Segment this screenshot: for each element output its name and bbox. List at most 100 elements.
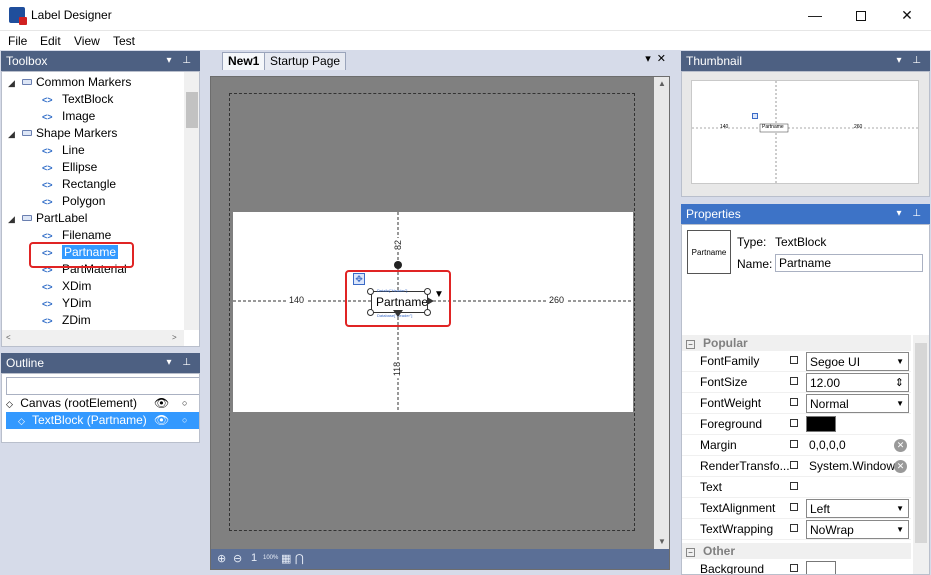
outline-row-canvas[interactable]: ◇ Canvas (rootElement) 👁 ○	[6, 395, 199, 412]
thumb-grip-icon	[752, 113, 758, 119]
property-reset-box[interactable]	[790, 503, 798, 511]
visibility-eye-icon[interactable]: 👁	[154, 412, 169, 429]
property-reset-box[interactable]	[790, 461, 798, 469]
outline-search-input[interactable]	[6, 377, 199, 395]
property-value-text: 12.00	[810, 376, 841, 390]
toolbox-item[interactable]: <> ZDim	[42, 312, 91, 329]
canvas-zoom-bar: ⊕ ⊖ 1 100% ▦ ⋂	[211, 549, 669, 569]
toolbox-item[interactable]: <> Polygon	[42, 193, 105, 210]
property-value[interactable]: Segoe UI ▼	[806, 352, 909, 371]
toolbox-scroll-thumb[interactable]	[186, 92, 198, 128]
scroll-left-icon[interactable]: <	[6, 333, 11, 342]
property-row: Foreground	[682, 414, 911, 435]
menu-test[interactable]: Test	[113, 34, 135, 48]
lock-dot-icon[interactable]: ○	[182, 412, 187, 429]
property-grid: − Popular FontFamily Segoe UI ▼ FontSize 12.0…	[682, 335, 911, 574]
tab-new1[interactable]: New1	[222, 52, 266, 70]
dropdown-arrow-icon[interactable]: ▼	[896, 500, 904, 517]
category-popular[interactable]: − Popular	[682, 335, 911, 351]
property-value[interactable]: 12.00 ⇕	[806, 373, 909, 392]
zoom-out-icon[interactable]: ⊖	[233, 552, 242, 565]
property-reset-box[interactable]	[790, 356, 798, 364]
expand-arrow-icon[interactable]: ◢	[8, 75, 18, 92]
outline-row-textblock[interactable]: ◇ TextBlock (Partname) 👁 ○	[6, 412, 199, 429]
toolbox-category[interactable]: ◢ Shape Markers	[8, 125, 117, 142]
magnet-icon[interactable]: ⋂	[295, 552, 304, 565]
property-value[interactable]: Left ▼	[806, 499, 909, 518]
maximize-button[interactable]	[838, 0, 884, 30]
toolbox-item[interactable]: <> YDim	[42, 295, 91, 312]
property-value[interactable]: Normal ▼	[806, 394, 909, 413]
toolbox-category-label: Shape Markers	[36, 126, 118, 140]
zoom-in-icon[interactable]: ⊕	[217, 552, 226, 565]
color-swatch[interactable]	[806, 416, 836, 432]
property-reset-box[interactable]	[790, 419, 798, 427]
collapse-icon[interactable]: −	[686, 548, 695, 557]
properties-scrollbar[interactable]	[913, 335, 929, 574]
toolbox-hscrollbar[interactable]: < >	[2, 330, 184, 346]
outline-header-buttons[interactable]: ▾ ⊥	[166, 353, 195, 373]
dropdown-arrow-icon[interactable]: ▼	[896, 353, 904, 370]
property-reset-box[interactable]	[790, 398, 798, 406]
rotate-handle[interactable]	[394, 261, 402, 269]
property-reset-box[interactable]	[790, 482, 798, 490]
property-reset-box[interactable]	[790, 564, 798, 572]
properties-scroll-thumb[interactable]	[915, 343, 927, 543]
property-value[interactable]: NoWrap ▼	[806, 520, 909, 539]
toolbox-item[interactable]: <> Image	[42, 108, 95, 125]
toolbox-scrollbar[interactable]	[184, 72, 199, 330]
minimize-button[interactable]: —	[792, 0, 838, 30]
toolbox-header-buttons[interactable]: ▾ ⊥	[166, 51, 195, 71]
name-input[interactable]: Partname	[775, 254, 923, 272]
property-value[interactable]: 0,0,0,0 ✕	[806, 436, 909, 455]
property-value[interactable]	[806, 478, 909, 497]
visibility-eye-icon[interactable]: 👁	[154, 395, 169, 412]
collapse-icon[interactable]: −	[686, 340, 695, 349]
toolbox-category[interactable]: ◢ PartLabel	[8, 210, 87, 227]
canvas-vscrollbar[interactable]: ▲ ▼	[654, 77, 669, 549]
property-reset-box[interactable]	[790, 524, 798, 532]
menu-file[interactable]: File	[8, 34, 27, 48]
tab-controls[interactable]: ▾✕	[645, 52, 672, 65]
expand-arrow-icon[interactable]: ◢	[8, 126, 18, 143]
zoom-level: 1	[251, 552, 258, 564]
color-swatch[interactable]	[806, 561, 836, 574]
grid-icon[interactable]: ▦	[281, 552, 291, 565]
property-reset-box[interactable]	[790, 377, 798, 385]
property-name: Foreground	[700, 417, 763, 431]
menu-view[interactable]: View	[74, 34, 100, 48]
menu-edit[interactable]: Edit	[40, 34, 61, 48]
toolbox-item[interactable]: <> Rectangle	[42, 176, 116, 193]
expand-arrow-icon[interactable]: ◢	[8, 211, 18, 228]
marker-code-icon: <>	[42, 163, 53, 173]
scroll-right-icon[interactable]: >	[172, 333, 177, 342]
clear-value-icon[interactable]: ✕	[894, 460, 907, 473]
tab-startup-page[interactable]: Startup Page	[264, 52, 347, 70]
toolbox-item[interactable]: <> Ellipse	[42, 159, 97, 176]
toolbox-item[interactable]: <> Line	[42, 142, 85, 159]
thumbnail-header-buttons[interactable]: ▾ ⊥	[896, 51, 925, 71]
clear-value-icon[interactable]: ✕	[894, 439, 907, 452]
toolbox-category[interactable]: ◢ Common Markers	[8, 74, 131, 91]
dropdown-arrow-icon[interactable]: ▼	[896, 521, 904, 538]
dropdown-arrow-icon[interactable]: ▼	[896, 395, 904, 412]
toolbox-item[interactable]: <> XDim	[42, 278, 91, 295]
property-reset-box[interactable]	[790, 440, 798, 448]
property-row: TextAlignment Left ▼	[682, 498, 911, 519]
title-bar: Label Designer — ✕	[0, 0, 931, 31]
scroll-up-icon[interactable]: ▲	[658, 79, 666, 88]
thumbnail-panel[interactable]: 140 260 Partname	[681, 71, 930, 197]
close-button[interactable]: ✕	[884, 0, 930, 30]
scroll-down-icon[interactable]: ▼	[658, 537, 666, 546]
toolbox-item-label: Line	[62, 143, 85, 157]
category-other[interactable]: − Other	[682, 543, 911, 559]
property-row: TextWrapping NoWrap ▼	[682, 519, 911, 540]
marker-code-icon: <>	[42, 146, 53, 156]
properties-header-buttons[interactable]: ▾ ⊥	[896, 204, 925, 224]
zoom-100-icon[interactable]: 100%	[263, 555, 278, 561]
outline-header: Outline ▾ ⊥	[1, 353, 200, 373]
lock-dot-icon[interactable]: ○	[182, 395, 187, 412]
toolbox-item[interactable]: <> TextBlock	[42, 91, 113, 108]
property-value[interactable]: System.Window ✕	[806, 457, 909, 476]
spinner-arrows-icon[interactable]: ⇕	[895, 374, 904, 391]
